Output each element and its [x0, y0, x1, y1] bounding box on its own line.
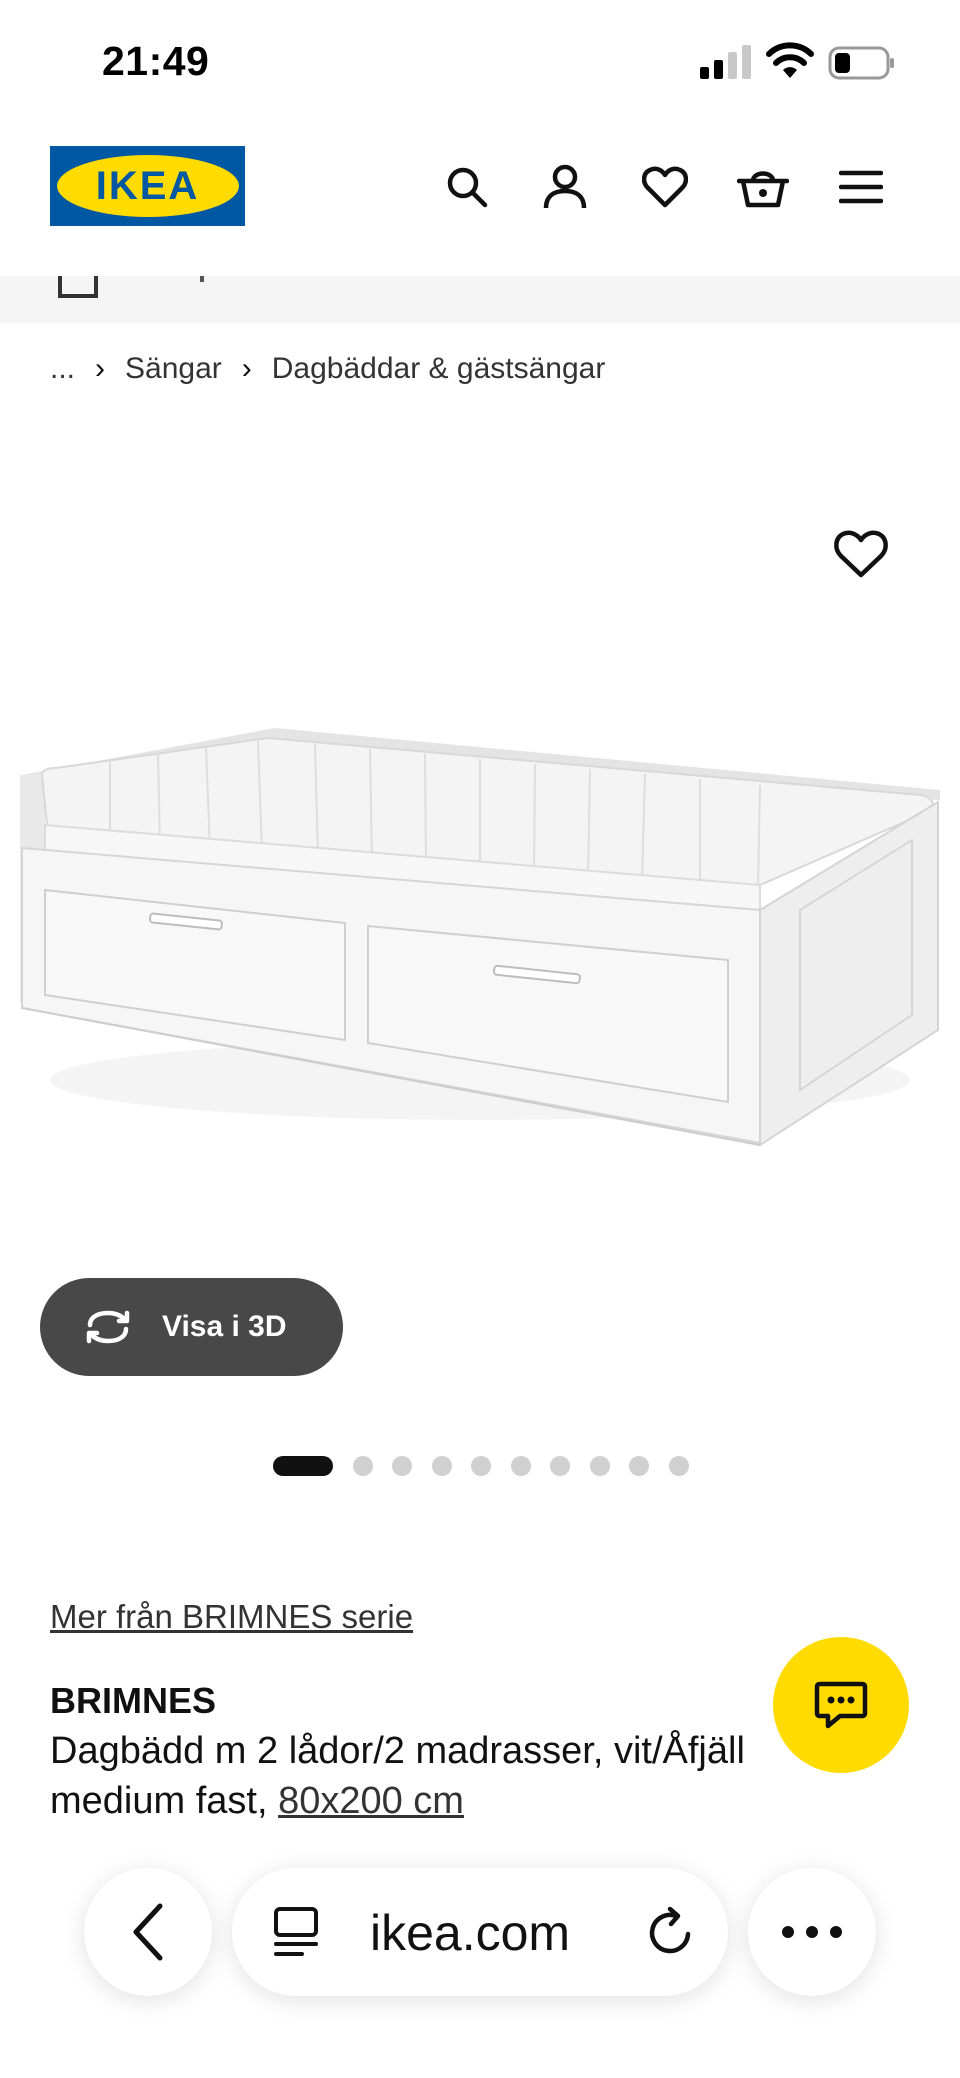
search-icon[interactable] — [438, 158, 496, 216]
carousel-pagination — [273, 1455, 689, 1477]
more-dots-icon — [782, 1926, 842, 1938]
logo-text: IKEA — [95, 163, 200, 208]
carousel-dot-9[interactable] — [629, 1456, 649, 1476]
wifi-icon — [766, 42, 814, 78]
scrolled-info-bar — [0, 276, 960, 323]
strip-text-fragment — [200, 276, 204, 282]
breadcrumb-item-daybeds[interactable]: Dagbäddar & gästsängar — [272, 352, 606, 386]
product-description-text: medium fast, — [50, 1780, 279, 1822]
status-time: 21:49 — [102, 38, 210, 84]
menu-hamburger-icon[interactable] — [832, 158, 890, 216]
chat-button[interactable] — [773, 1637, 909, 1773]
chevron-right-icon: › — [95, 352, 106, 385]
product-description: Dagbädd m 2 lådor/2 madrasser, vit/Åfjäl… — [50, 1726, 810, 1826]
carousel-dot-8[interactable] — [589, 1456, 610, 1476]
add-to-favourites-heart-icon[interactable] — [832, 525, 890, 583]
browser-address-bar[interactable]: ikea.com — [232, 1868, 728, 1996]
breadcrumb-item-beds[interactable]: Sängar — [125, 352, 222, 386]
cellular-signal-icon — [700, 45, 751, 79]
product-description-line1: Dagbädd m 2 lådor/2 madrasser, vit/Åfjäl… — [50, 1730, 745, 1772]
product-size-link[interactable]: 80x200 cm — [278, 1780, 464, 1822]
carousel-dot-1[interactable] — [273, 1456, 333, 1476]
logo-oval: IKEA — [56, 155, 239, 217]
breadcrumb-ellipsis[interactable]: ... — [50, 352, 75, 386]
url-text: ikea.com — [370, 1905, 571, 1961]
series-link[interactable]: Mer från BRIMNES serie — [50, 1598, 413, 1636]
rotate-3d-icon — [86, 1310, 130, 1344]
browser-back-button[interactable] — [84, 1868, 212, 1996]
reader-mode-icon[interactable] — [272, 1906, 320, 1958]
product-description-line2: medium fast, 80x200 cm — [50, 1776, 810, 1826]
chevron-right-icon: › — [241, 352, 252, 385]
breadcrumb: ... › Sängar › Dagbäddar & gästsängar — [50, 352, 605, 386]
carousel-dot-2[interactable] — [352, 1456, 373, 1476]
battery-icon — [828, 46, 894, 80]
carousel-dot-6[interactable] — [510, 1456, 531, 1476]
site-header: IKEA — [0, 120, 960, 276]
browser-more-button[interactable] — [748, 1868, 876, 1996]
view-in-3d-button[interactable]: Visa i 3D — [40, 1278, 343, 1376]
chat-bubble-icon — [814, 1681, 868, 1729]
reload-icon[interactable] — [646, 1906, 696, 1958]
carousel-dot-10[interactable] — [668, 1456, 689, 1476]
favourites-heart-icon[interactable] — [636, 158, 694, 216]
store-icon — [58, 276, 98, 298]
account-icon[interactable] — [536, 158, 594, 216]
carousel-dot-7[interactable] — [550, 1456, 570, 1476]
carousel-dot-5[interactable] — [471, 1456, 491, 1476]
carousel-dot-3[interactable] — [392, 1456, 412, 1476]
ikea-logo[interactable]: IKEA — [50, 146, 245, 226]
shopping-basket-icon[interactable] — [734, 158, 792, 216]
product-name: BRIMNES — [50, 1680, 217, 1721]
carousel-dot-4[interactable] — [431, 1456, 452, 1476]
view-in-3d-label: Visa i 3D — [162, 1310, 287, 1343]
status-bar: 21:49 — [0, 0, 960, 120]
product-image[interactable] — [0, 490, 960, 1280]
chevron-left-icon — [133, 1903, 163, 1961]
